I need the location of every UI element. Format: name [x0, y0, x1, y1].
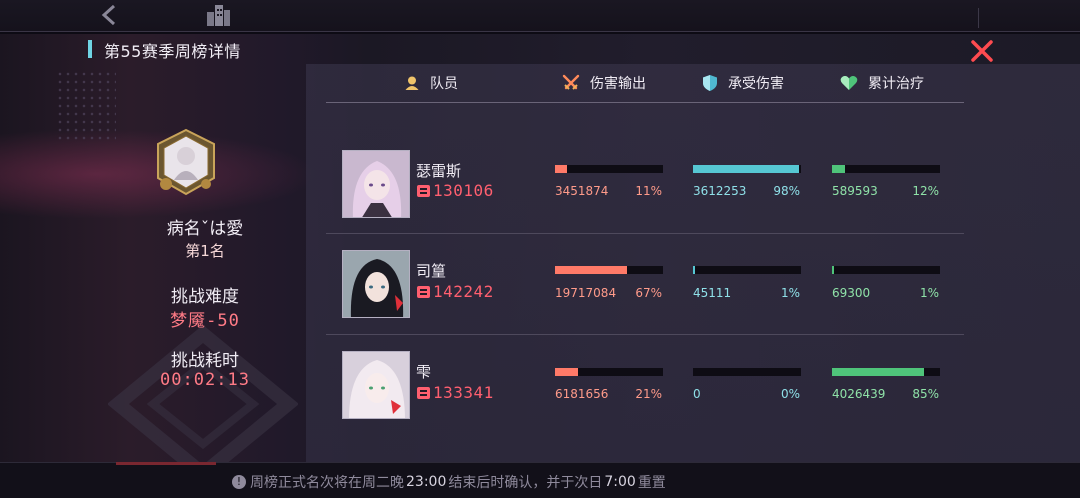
player-name: 病名ˇは愛 — [166, 219, 244, 239]
damage-bar — [555, 368, 663, 376]
member-power: 130106 — [416, 181, 494, 200]
title-accent — [88, 40, 92, 58]
character-portrait-icon — [343, 352, 409, 418]
close-icon[interactable] — [968, 38, 996, 64]
taken-bar — [693, 368, 801, 376]
power-icon — [417, 386, 430, 399]
member-power-value: 142242 — [433, 282, 494, 301]
healing-value: 4026439 — [832, 387, 886, 401]
taken-percent: 98% — [773, 184, 800, 198]
healing-bar — [832, 368, 940, 376]
healing-value: 69300 — [832, 286, 871, 300]
row-divider — [326, 334, 964, 335]
page-title: 第55赛季周榜详情 — [104, 42, 241, 61]
taken-bar-fill — [693, 165, 799, 173]
member-portrait[interactable] — [342, 250, 410, 318]
healing-bar-fill — [832, 266, 834, 274]
member-portrait[interactable] — [342, 351, 410, 419]
header-divider — [326, 102, 964, 103]
city-icon[interactable] — [204, 2, 232, 28]
damage-bar-fill — [555, 165, 567, 173]
back-arrow-icon[interactable] — [98, 3, 120, 27]
damage-bar-fill — [555, 368, 578, 376]
damage-bar — [555, 165, 663, 173]
footer-text-1: 周榜正式名次将在周二晚 — [250, 475, 404, 491]
damage-bar — [555, 266, 663, 274]
member-power-value: 133341 — [433, 383, 494, 402]
healing-bar — [832, 266, 940, 274]
member-power: 142242 — [416, 282, 494, 301]
footer-time-2: 7:00 — [604, 474, 636, 490]
column-header-damage-label: 伤害输出 — [590, 76, 646, 92]
time-value: 00:02:13 — [160, 370, 250, 390]
shield-icon — [703, 75, 717, 91]
column-header-member-label: 队员 — [430, 76, 458, 92]
row-divider — [326, 233, 964, 234]
healing-bar — [832, 165, 940, 173]
member-name: 瑟雷斯 — [416, 162, 462, 180]
member-name: 司篁 — [416, 262, 447, 280]
info-icon: ! — [232, 475, 246, 489]
taken-percent: 1% — [780, 286, 800, 300]
column-header-member: 队员 — [404, 72, 458, 94]
footer-text-2: 结束后时确认，并于次日 — [448, 475, 603, 491]
taken-value: 3612253 — [693, 184, 747, 198]
character-portrait-icon — [343, 151, 409, 217]
time-label: 挑战耗时 — [171, 351, 239, 371]
damage-value: 19717084 — [555, 286, 617, 300]
difficulty-label: 挑战难度 — [171, 287, 239, 307]
member-name: 雫 — [416, 363, 432, 381]
player-avatar-emblem — [157, 128, 215, 196]
healing-bar-fill — [832, 165, 845, 173]
member-power-value: 130106 — [433, 181, 494, 200]
column-header-taken: 承受伤害 — [702, 72, 784, 94]
member-portrait[interactable] — [342, 150, 410, 218]
damage-percent: 21% — [635, 387, 662, 401]
member-power: 133341 — [416, 383, 494, 402]
character-portrait-icon — [343, 251, 409, 317]
divider — [978, 8, 979, 28]
damage-value: 6181656 — [555, 387, 609, 401]
healing-bar-fill — [832, 368, 924, 376]
footer-time-1: 23:00 — [406, 474, 447, 490]
member-icon — [405, 76, 419, 90]
column-header-healing-label: 累计治疗 — [868, 76, 924, 92]
taken-value: 45111 — [693, 286, 732, 300]
damage-value: 3451874 — [555, 184, 609, 198]
player-rank: 第1名 — [185, 242, 225, 260]
difficulty-value: 梦魇-50 — [170, 311, 240, 331]
healing-percent: 12% — [912, 184, 939, 198]
taken-value: 0 — [693, 387, 701, 401]
power-icon — [417, 285, 430, 298]
taken-bar — [693, 165, 801, 173]
top-bar — [0, 0, 1080, 32]
taken-percent: 0% — [780, 387, 800, 401]
power-icon — [417, 184, 430, 197]
healing-percent: 85% — [912, 387, 939, 401]
damage-percent: 67% — [635, 286, 662, 300]
damage-percent: 11% — [635, 184, 662, 198]
healing-value: 589593 — [832, 184, 878, 198]
taken-bar-fill — [693, 266, 695, 274]
dot-pattern-decoration — [56, 70, 116, 140]
taken-bar — [693, 266, 801, 274]
heart-icon — [840, 76, 858, 90]
footer-notice: ! 周榜正式名次将在周二晚 23:00 结束后时确认，并于次日 7:00 重置 — [232, 472, 666, 492]
column-header-healing: 累计治疗 — [840, 72, 924, 94]
column-header-taken-label: 承受伤害 — [728, 76, 784, 92]
damage-bar-fill — [555, 266, 628, 274]
footer-text-3: 重置 — [637, 475, 666, 491]
crossed-swords-icon — [562, 74, 580, 90]
footer-accent — [116, 462, 216, 465]
column-header-damage: 伤害输出 — [562, 72, 646, 94]
healing-percent: 1% — [919, 286, 939, 300]
